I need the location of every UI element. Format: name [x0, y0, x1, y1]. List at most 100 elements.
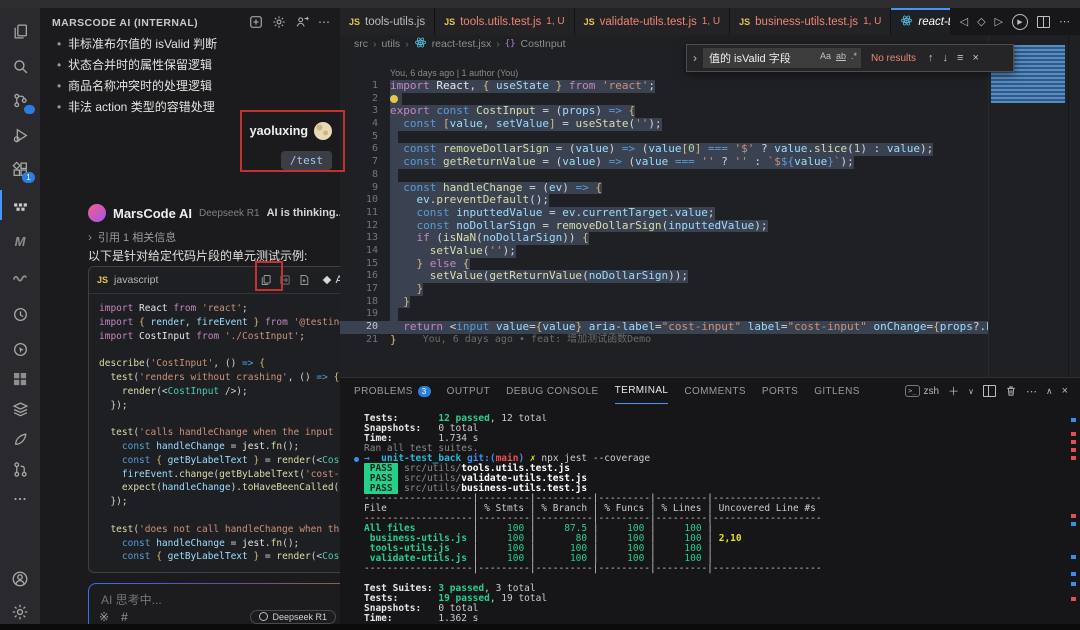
regex-toggle[interactable]: .* — [851, 51, 857, 61]
breadcrumb-item[interactable]: CostInput — [521, 38, 566, 50]
find-expand-icon[interactable]: › — [687, 51, 703, 65]
extensions-icon[interactable]: 1 — [0, 156, 40, 182]
panel-tab-gitlens[interactable]: GITLENS — [814, 379, 860, 404]
line-number: 3 — [340, 105, 390, 118]
terminal-dropdown-icon[interactable]: ∨ — [968, 387, 974, 396]
match-case-toggle[interactable]: Aa — [820, 51, 831, 61]
chat-topic-item: 非标准布尔值的 isValid 判断 — [56, 34, 217, 55]
overview-ruler — [1068, 35, 1080, 377]
ruler-mark-red — [1071, 432, 1076, 436]
line-number: 11 — [340, 207, 390, 220]
pull-request-icon[interactable] — [0, 456, 40, 482]
line-number: 14 — [340, 245, 390, 258]
panel-more-icon[interactable]: ⋯ — [1026, 385, 1037, 398]
topic-icon[interactable]: # — [121, 610, 128, 624]
code-line: 7 const getReturnValue = (value) => (val… — [340, 156, 988, 169]
tab-label: react-test.jsx — [918, 16, 949, 28]
line-number: 1 — [340, 80, 390, 93]
editor-tab[interactable]: react-test.jsx× — [891, 8, 949, 35]
more-actions-icon[interactable]: ⋯ — [1059, 15, 1070, 28]
terminal-output[interactable]: Tests: 12 passed, 12 totalSnapshots: 0 t… — [354, 414, 1066, 622]
breadcrumb-item[interactable]: react-test.jsx — [432, 38, 492, 50]
run-debug-icon[interactable] — [0, 122, 40, 148]
editor-tab[interactable]: JSvalidate-utils.test.js1, U — [575, 8, 731, 35]
more-icon[interactable] — [0, 486, 40, 512]
ruler-mark-blue — [1071, 582, 1076, 586]
marscode-ai-icon[interactable] — [0, 192, 40, 218]
minimap[interactable] — [988, 35, 1069, 377]
ruler-mark-blue — [1071, 572, 1076, 576]
nav-back-icon[interactable]: ◁ — [960, 15, 968, 28]
find-close-icon[interactable]: × — [972, 52, 978, 64]
terminal-shell-chip[interactable]: >_ zsh — [905, 385, 939, 397]
kill-terminal-icon[interactable] — [1005, 385, 1017, 397]
search-icon[interactable] — [0, 53, 40, 79]
source-control-icon[interactable] — [0, 87, 40, 113]
settings-gear-icon[interactable] — [0, 599, 40, 625]
find-in-selection-icon[interactable]: ≡ — [957, 52, 963, 64]
editor-tab[interactable]: JSbusiness-utils.test.js1, U — [730, 8, 891, 35]
editor-tab[interactable]: JStools-utils.js — [340, 8, 435, 35]
user-switch-icon[interactable] — [295, 15, 309, 29]
panel-tab-comments[interactable]: COMMENTS — [684, 379, 746, 404]
js-file-icon: JS — [444, 17, 455, 27]
leaf-icon[interactable] — [0, 426, 40, 452]
code-editor[interactable]: You, 6 days ago | 1 author (You) 1import… — [340, 52, 988, 377]
reference-icon[interactable]: ※ — [99, 610, 109, 624]
panel-tab-debug-console[interactable]: DEBUG CONSOLE — [506, 379, 598, 404]
more-icon[interactable]: ⋯ — [318, 15, 330, 29]
copy-icon[interactable] — [260, 274, 272, 286]
panel-tab-terminal[interactable]: TERMINAL — [615, 379, 669, 404]
symbol-icon: {} — [505, 39, 516, 49]
reference-row[interactable]: › 引用 1 相关信息 — [88, 229, 176, 245]
new-chat-icon[interactable] — [249, 15, 263, 29]
explorer-icon[interactable] — [0, 18, 40, 44]
compare-icon[interactable]: ◇ — [977, 15, 985, 28]
find-next-icon[interactable]: ↓ — [943, 52, 949, 64]
chat-input-field[interactable] — [99, 592, 352, 608]
assistant-header: MarsCode AI Deepseek R1 AI is thinking..… — [88, 204, 345, 222]
insert-icon[interactable] — [279, 274, 291, 286]
tab-label: tools-utils.js — [365, 16, 425, 28]
lightbulb-icon[interactable] — [390, 95, 398, 103]
new-terminal-icon[interactable]: ＋ — [948, 383, 959, 399]
wave-logo-icon[interactable] — [0, 264, 40, 290]
chat-code-line: }); — [99, 399, 361, 413]
panel-tab-output[interactable]: OUTPUT — [447, 379, 491, 404]
layers-icon[interactable] — [0, 396, 40, 422]
whole-word-toggle[interactable]: ab — [836, 51, 846, 61]
chat-input-box[interactable]: ※ # Deepseek R1 — [88, 583, 372, 630]
clock-icon[interactable] — [0, 301, 40, 327]
split-editor-icon[interactable] — [1037, 16, 1050, 28]
panel-tab-ports[interactable]: PORTS — [762, 379, 798, 404]
model-selector[interactable]: Deepseek R1 — [250, 610, 336, 624]
editor-group: JStools-utils.jsJStools.utils.test.js1, … — [340, 8, 1080, 624]
chat-code-line: test('does not call handleChange when th… — [99, 523, 361, 537]
slash-command-chip[interactable]: /test — [281, 151, 332, 170]
user-message: yaoluxing /test — [250, 122, 332, 170]
chat-code-line: fireEvent.change(getByLabelText('cost-in… — [99, 468, 361, 482]
new-file-icon[interactable] — [298, 274, 310, 286]
nav-forward-icon[interactable]: ▷ — [995, 15, 1003, 28]
topic-list: 非标准布尔值的 isValid 判断状态合并时的属性保留逻辑商品名称冲突时的处理… — [56, 34, 217, 118]
panel-tab-problems[interactable]: PROBLEMS3 — [354, 379, 431, 404]
run-file-icon[interactable]: ▶ — [1012, 14, 1028, 30]
line-number: 12 — [340, 220, 390, 233]
live-pointer-icon[interactable] — [0, 336, 40, 362]
gear-icon[interactable] — [272, 15, 286, 29]
chat-code-line: render(<CostInput />); — [99, 385, 361, 399]
breadcrumb-item[interactable]: utils — [382, 38, 401, 50]
chat-code-line: expect(handleChange).toHaveBeenCalled(); — [99, 481, 361, 495]
chat-code-line: test('calls handleChange when the input … — [99, 426, 361, 440]
account-icon[interactable] — [0, 566, 40, 592]
split-terminal-icon[interactable] — [983, 385, 996, 397]
codelens-annotation[interactable]: You, 6 days ago | 1 author (You) — [390, 68, 518, 78]
close-panel-icon[interactable]: × — [1062, 385, 1068, 397]
maximize-panel-icon[interactable]: ∧ — [1046, 386, 1053, 397]
find-previous-icon[interactable]: ↑ — [928, 52, 934, 64]
m-logo-icon[interactable]: M — [0, 228, 40, 254]
chat-topic-item: 非法 action 类型的容错处理 — [56, 97, 217, 118]
grid-icon[interactable] — [0, 366, 40, 392]
breadcrumb-item[interactable]: src — [354, 38, 368, 50]
editor-tab[interactable]: JStools.utils.test.js1, U — [435, 8, 575, 35]
